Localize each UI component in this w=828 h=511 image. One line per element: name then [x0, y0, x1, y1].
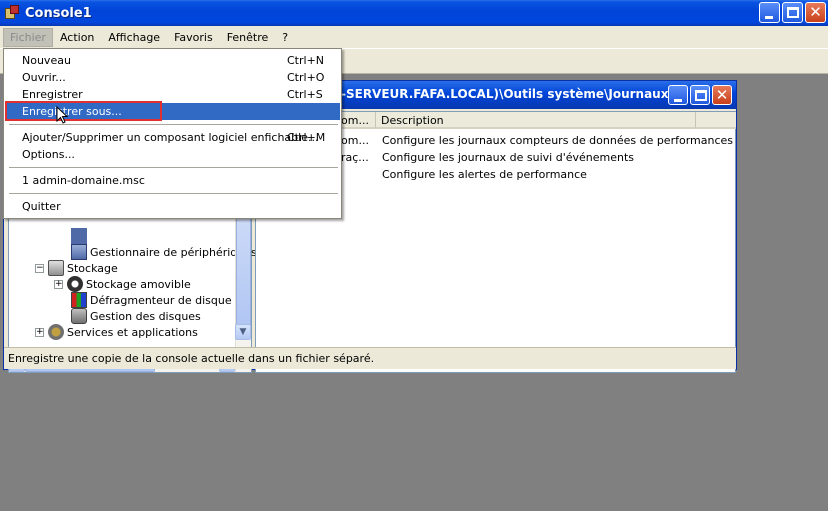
column-header-empty — [696, 112, 736, 129]
column-header-description[interactable]: Description — [376, 112, 696, 129]
tree-vscroll-thumb[interactable] — [236, 208, 251, 334]
menu-favoris[interactable]: Favoris — [167, 28, 220, 47]
tree-item-partial[interactable] — [71, 228, 90, 244]
scroll-down-button[interactable]: ▼ — [235, 324, 251, 340]
menu-fenetre[interactable]: Fenêtre — [220, 28, 276, 47]
tree-item-removable-storage[interactable]: + Stockage amovible — [54, 276, 191, 292]
shortcut-label: Ctrl+S — [287, 88, 323, 101]
row-description[interactable]: Configure les alertes de performance — [382, 168, 587, 181]
row-name[interactable]: raç... — [341, 151, 369, 164]
row-description[interactable]: Configure les journaux de suivi d'événem… — [382, 151, 634, 164]
tree-item-label: Gestion des disques — [90, 309, 201, 323]
tree-item-label: Défragmenteur de disque — [90, 293, 232, 307]
child-window-title: -SERVEUR.FAFA.LOCAL)\Outils système\Jour… — [341, 87, 683, 101]
maximize-button[interactable] — [782, 2, 803, 23]
minimize-icon — [765, 16, 773, 19]
tree-item-storage[interactable]: − Stockage — [35, 260, 118, 276]
row-name[interactable]: om... — [341, 134, 369, 147]
mouse-cursor-icon — [56, 106, 69, 124]
expand-icon[interactable]: + — [54, 279, 63, 289]
shortcut-label: Ctrl+O — [287, 71, 325, 84]
menu-item-ouvrir[interactable]: Ouvrir... Ctrl+O — [5, 69, 340, 86]
tree-item-label: Stockage — [67, 261, 118, 275]
tree-item-label: Stockage amovible — [86, 277, 191, 291]
child-maximize-button[interactable] — [690, 85, 710, 105]
menubar: Fichier Action Affichage Favoris Fenêtre… — [0, 26, 828, 48]
tree-item-defrag[interactable]: Défragmenteur de disque — [71, 292, 232, 308]
child-minimize-button[interactable] — [668, 85, 688, 105]
menu-fichier[interactable]: Fichier — [3, 27, 53, 47]
maximize-icon — [695, 90, 707, 101]
menu-affichage[interactable]: Affichage — [101, 28, 167, 47]
tree-item-label: Services et applications — [67, 325, 198, 339]
mmc-app-icon — [4, 5, 20, 21]
device-manager-icon — [71, 244, 87, 260]
window-title: Console1 — [25, 5, 92, 21]
shortcut-label: Ctrl+N — [287, 54, 325, 67]
close-icon: ✕ — [715, 86, 729, 104]
main-titlebar[interactable]: Console1 ✕ — [0, 0, 828, 26]
file-menu-dropdown: Nouveau Ctrl+N Ouvrir... Ctrl+O Enregist… — [3, 48, 342, 219]
menu-item-options[interactable]: Options... — [5, 146, 340, 163]
removable-storage-icon — [67, 276, 83, 292]
defrag-icon — [71, 292, 87, 308]
tree-item-device-manager[interactable]: Gestionnaire de périphériques — [71, 244, 257, 260]
close-button[interactable]: ✕ — [805, 2, 826, 23]
menu-item-quitter[interactable]: Quitter — [5, 198, 340, 215]
tree-item-label: Gestionnaire de périphériques — [90, 245, 257, 259]
menu-separator — [9, 167, 338, 168]
status-bar: Enregistre une copie de la console actue… — [4, 347, 736, 369]
collapse-icon[interactable]: − — [35, 263, 44, 273]
tree-item-services[interactable]: + Services et applications — [35, 324, 198, 340]
close-icon: ✕ — [809, 3, 822, 21]
child-close-button[interactable]: ✕ — [712, 85, 732, 105]
menu-item-ajouter-supprimer[interactable]: Ajouter/Supprimer un composant logiciel … — [5, 129, 340, 146]
menu-item-nouveau[interactable]: Nouveau Ctrl+N — [5, 52, 340, 69]
expand-icon[interactable]: + — [35, 327, 44, 337]
services-icon — [48, 324, 64, 340]
menu-item-enregistrer[interactable]: Enregistrer Ctrl+S — [5, 86, 340, 103]
computer-management-icon — [71, 228, 87, 244]
menu-separator — [9, 193, 338, 194]
shortcut-label: Ctrl+M — [287, 131, 326, 144]
tree-item-disk-management[interactable]: Gestion des disques — [71, 308, 201, 324]
storage-icon — [48, 260, 64, 276]
menu-item-recent-file[interactable]: 1 admin-domaine.msc — [5, 172, 340, 189]
minimize-icon — [674, 99, 682, 102]
menu-action[interactable]: Action — [53, 28, 101, 47]
maximize-icon — [787, 7, 799, 18]
minimize-button[interactable] — [759, 2, 780, 23]
row-description[interactable]: Configure les journaux compteurs de donn… — [382, 134, 733, 147]
disk-management-icon — [71, 308, 87, 324]
menu-help[interactable]: ? — [275, 28, 295, 47]
